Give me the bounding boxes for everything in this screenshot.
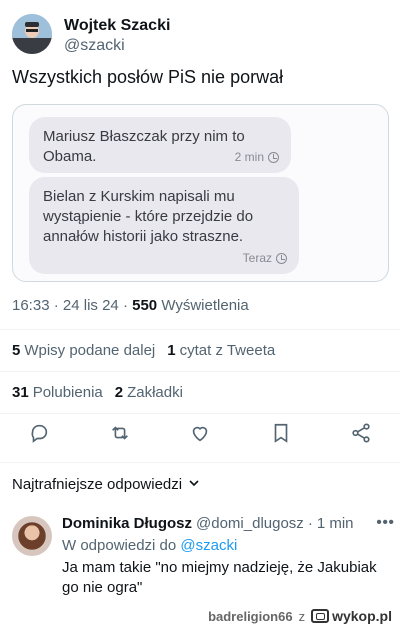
chat-bubble: Bielan z Kurskim napisali mu wystąpienie…: [29, 177, 299, 274]
replies-sort-label: Najtrafniejsze odpowiedzi: [12, 476, 183, 493]
author-name[interactable]: Wojtek Szacki: [64, 16, 170, 36]
tweet-media-image[interactable]: Mariusz Błaszczak przy nim to Obama. 2 m…: [12, 104, 389, 282]
share-icon[interactable]: [350, 422, 372, 444]
replies-sort-dropdown[interactable]: Najtrafniejsze odpowiedzi: [12, 476, 200, 493]
chat-bubble-time: Teraz: [243, 248, 287, 268]
quotes-count: 1: [167, 342, 176, 359]
likes-count: 31: [12, 384, 29, 401]
divider: [0, 329, 400, 330]
wykop-logo-icon: [311, 609, 330, 623]
tweet-stats-row-2: 31 Polubienia 2 Zakładki: [12, 384, 183, 401]
reply-to-line: W odpowiedzi do @szacki: [62, 536, 392, 556]
like-icon[interactable]: [189, 422, 211, 444]
chat-bubble: Mariusz Błaszczak przy nim to Obama. 2 m…: [29, 117, 291, 173]
tweet-time[interactable]: 16:33: [12, 297, 50, 314]
clock-icon: [268, 151, 279, 163]
reply-age[interactable]: 1 min: [317, 514, 354, 534]
bookmarks-stat[interactable]: 2 Zakładki: [115, 384, 183, 401]
likes-stat[interactable]: 31 Polubienia: [12, 384, 103, 401]
wykop-logo-text: wykop.pl: [332, 608, 392, 624]
bookmarks-label: Zakładki: [127, 384, 183, 401]
more-options-icon[interactable]: • • •: [376, 514, 394, 532]
tweet-stats-row-1: 5 Wpisy podane dalej 1 cytat z Tweeta: [12, 342, 275, 359]
reply-avatar[interactable]: [12, 516, 52, 556]
chat-bubble-text: Mariusz Błaszczak przy nim to Obama.: [43, 128, 245, 165]
divider: [0, 371, 400, 372]
bookmarks-count: 2: [114, 384, 124, 401]
chat-bubble-time-label: Teraz: [242, 251, 272, 265]
retweets-label: Wpisy podane dalej: [24, 342, 156, 359]
tweet-header: Wojtek Szacki @szacki: [12, 14, 170, 56]
wykop-logo: wykop.pl: [311, 608, 392, 624]
clock-icon: [276, 252, 287, 264]
reply-author-name[interactable]: Dominika Długosz: [62, 514, 192, 534]
retweet-icon[interactable]: [109, 422, 131, 444]
chat-bubble-time-label: 2 min: [234, 150, 264, 164]
tweet-text: Wszystkich posłów PiS nie porwał: [12, 67, 284, 87]
chat-bubble-text: Bielan z Kurskim napisali mu wystąpienie…: [43, 188, 254, 245]
chat-bubble-time: 2 min: [235, 147, 279, 167]
views-label: Wyświetlenia: [161, 297, 249, 314]
divider: [0, 462, 400, 463]
reply-text: Ja mam takie "no miejmy nadzieję, że Jak…: [62, 559, 377, 596]
tweet-date[interactable]: 24 lis 24: [63, 297, 119, 314]
retweets-stat[interactable]: 5 Wpisy podane dalej: [12, 342, 155, 359]
tweet-meta: 16:33 · 24 lis 24 · 550 Wyświetlenia: [12, 297, 249, 314]
watermark-separator: z: [298, 608, 306, 624]
author-handle[interactable]: @szacki: [64, 36, 170, 56]
reply-author-handle[interactable]: @domi_dlugosz: [196, 514, 304, 534]
watermark-username: badreligion66: [208, 608, 293, 624]
retweets-count: 5: [12, 342, 21, 359]
likes-label: Polubienia: [32, 384, 103, 401]
views-count: 550: [132, 297, 158, 314]
chevron-down-icon: [188, 476, 200, 493]
quotes-stat[interactable]: 1 cytat z Tweeta: [167, 342, 275, 359]
meta-separator: ·: [53, 297, 63, 314]
reply-to-handle[interactable]: @szacki: [180, 537, 237, 554]
tweet-actions: [0, 422, 400, 452]
reply-icon[interactable]: [28, 422, 50, 444]
reply-to-prefix: W odpowiedzi do: [62, 537, 177, 554]
quotes-label: cytat z Tweeta: [179, 342, 276, 359]
meta-separator: ·: [122, 297, 133, 314]
watermark: badreligion66 z wykop.pl: [208, 608, 392, 624]
author-avatar[interactable]: [12, 14, 52, 54]
divider: [0, 413, 400, 414]
reply-separator: ·: [307, 515, 313, 532]
bookmark-icon[interactable]: [270, 422, 292, 444]
